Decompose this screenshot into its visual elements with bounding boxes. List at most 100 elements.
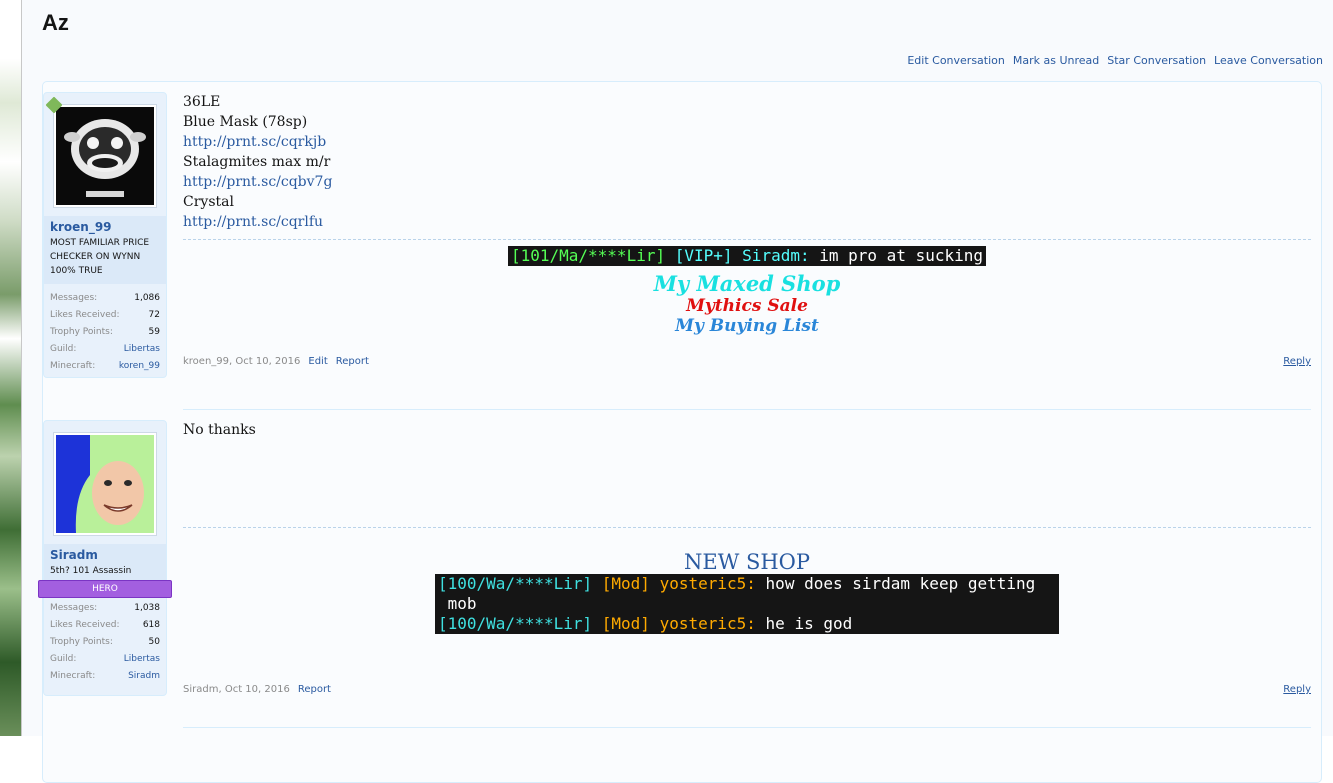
message-post: Siradm 5th? 101 Assassin HERO Messages: 1… bbox=[38, 420, 1321, 720]
leave-conversation-link[interactable]: Leave Conversation bbox=[1214, 54, 1323, 67]
user-title-line: 100% TRUE bbox=[50, 266, 103, 276]
chat-tag: [100/Wa/****Lir] bbox=[438, 614, 593, 633]
message-text: Stalagmites max m/r bbox=[183, 154, 331, 170]
stat-label: Guild: bbox=[50, 344, 77, 354]
user-title-line: CHECKER ON WYNN bbox=[50, 252, 141, 262]
message-text: Crystal bbox=[183, 194, 234, 210]
stat-likes: Likes Received: 618 bbox=[50, 617, 160, 634]
meta-date[interactable]: Oct 10, 2016 bbox=[235, 356, 300, 367]
user-stats: Messages: 1,086 Likes Received: 72 Trophy … bbox=[44, 284, 166, 379]
chat-player: yosteric5: bbox=[659, 614, 756, 633]
chat-tag: [100/Wa/****Lir] bbox=[438, 574, 593, 593]
guild-link[interactable]: Libertas bbox=[124, 651, 160, 668]
user-info: kroen_99 MOST FAMILIAR PRICE CHECKER ON … bbox=[44, 216, 166, 284]
message-text: No thanks bbox=[183, 422, 256, 438]
user-title-line: MOST FAMILIAR PRICE bbox=[50, 238, 150, 248]
stat-minecraft: Minecraft: Siradm bbox=[50, 668, 160, 685]
minecraft-link[interactable]: Siradm bbox=[128, 668, 160, 685]
stat-minecraft: Minecraft: koren_99 bbox=[50, 358, 160, 375]
edit-link[interactable]: Edit bbox=[308, 356, 327, 367]
report-link[interactable]: Report bbox=[298, 684, 331, 695]
signature-divider bbox=[183, 527, 1311, 528]
chat-text: he is god bbox=[765, 614, 853, 633]
reply-link[interactable]: Reply bbox=[1283, 684, 1311, 695]
stat-value: 50 bbox=[148, 637, 160, 647]
minecraft-link[interactable]: koren_99 bbox=[119, 358, 160, 375]
message-text: Blue Mask (78sp) bbox=[183, 114, 308, 130]
star-conversation-link[interactable]: Star Conversation bbox=[1107, 54, 1206, 67]
hero-badge: HERO bbox=[38, 580, 172, 598]
reply-link[interactable]: Reply bbox=[1283, 356, 1311, 367]
message-list: kroen_99 MOST FAMILIAR PRICE CHECKER ON … bbox=[38, 81, 1322, 783]
avatar-image-idubbbz bbox=[56, 435, 154, 533]
post-divider bbox=[183, 409, 1311, 410]
message-post: kroen_99 MOST FAMILIAR PRICE CHECKER ON … bbox=[43, 92, 1321, 392]
avatar-image-shrek bbox=[56, 107, 154, 205]
avatar[interactable] bbox=[53, 432, 157, 536]
my-maxed-shop-link[interactable]: My Maxed Shop bbox=[654, 271, 841, 296]
meta-author[interactable]: kroen_99 bbox=[183, 356, 229, 367]
meta-author[interactable]: Siradm bbox=[183, 684, 218, 695]
stat-messages: Messages: 1,086 bbox=[50, 290, 160, 307]
background-art bbox=[0, 0, 22, 736]
stat-messages: Messages: 1,038 bbox=[50, 600, 160, 617]
chat-rank: [VIP+] bbox=[674, 246, 733, 265]
message-content: No thanks NEW SHOP [100/Wa/****Lir] [Mod… bbox=[183, 420, 1311, 634]
message-meta: Siradm, Oct 10, 2016 Report bbox=[183, 684, 331, 695]
stat-trophy: Trophy Points: 50 bbox=[50, 634, 160, 651]
username-link[interactable]: kroen_99 bbox=[50, 220, 160, 234]
stat-trophy: Trophy Points: 59 bbox=[50, 324, 160, 341]
stat-value: 1,038 bbox=[134, 603, 160, 613]
chat-text: how does sirdam keep getting bbox=[765, 574, 1036, 593]
edit-conversation-link[interactable]: Edit Conversation bbox=[907, 54, 1005, 67]
chat-text: mob bbox=[438, 594, 477, 613]
username-link[interactable]: Siradm bbox=[50, 548, 160, 562]
mark-unread-link[interactable]: Mark as Unread bbox=[1013, 54, 1099, 67]
stat-label: Likes Received: bbox=[50, 310, 120, 320]
message-text: 36LE bbox=[183, 94, 221, 110]
stat-label: Messages: bbox=[50, 293, 98, 303]
message-link[interactable]: http://prnt.sc/cqbv7g bbox=[183, 172, 1311, 192]
stat-value: 72 bbox=[148, 310, 160, 320]
signature-divider bbox=[183, 239, 1311, 240]
user-title: MOST FAMILIAR PRICE CHECKER ON WYNN 100%… bbox=[50, 236, 160, 278]
stat-value: 59 bbox=[148, 327, 160, 337]
user-card: Siradm 5th? 101 Assassin HERO Messages: 1… bbox=[38, 420, 172, 696]
post-divider bbox=[183, 727, 1311, 728]
new-shop-link[interactable]: NEW SHOP bbox=[183, 550, 1311, 574]
signature-chat-image: [101/Ma/****Lir] [VIP+] Siradm: im pro a… bbox=[507, 246, 987, 266]
conversation-page: Az Edit Conversation Mark as Unread Star C… bbox=[22, 0, 1333, 783]
my-buying-list-link[interactable]: My Buying List bbox=[675, 316, 819, 336]
stat-guild: Guild: Libertas bbox=[50, 651, 160, 668]
signature: [101/Ma/****Lir] [VIP+] Siradm: im pro a… bbox=[183, 246, 1311, 336]
message-meta: kroen_99, Oct 10, 2016 Edit Report bbox=[183, 356, 369, 367]
chat-tag: [101/Ma/****Lir] bbox=[510, 246, 666, 265]
conversation-actions: Edit Conversation Mark as Unread Star Conv… bbox=[899, 54, 1323, 67]
chat-line: [100/Wa/****Lir] [Mod] yosteric5: how do… bbox=[438, 574, 1056, 594]
stat-guild: Guild: Libertas bbox=[50, 341, 160, 358]
message-link[interactable]: http://prnt.sc/cqrlfu bbox=[183, 212, 1311, 232]
stat-value: 1,086 bbox=[134, 293, 160, 303]
chat-rank: [Mod] bbox=[601, 614, 650, 633]
user-card: kroen_99 MOST FAMILIAR PRICE CHECKER ON … bbox=[43, 92, 167, 378]
chat-player: yosteric5: bbox=[659, 574, 756, 593]
chat-line: [100/Wa/****Lir] [Mod] yosteric5: he is … bbox=[438, 614, 1056, 634]
stat-label: Likes Received: bbox=[50, 620, 120, 630]
chat-text: im pro at sucking bbox=[819, 246, 984, 265]
report-link[interactable]: Report bbox=[336, 356, 369, 367]
chat-line: mob bbox=[438, 594, 1056, 614]
mythics-sale-link[interactable]: Mythics Sale bbox=[686, 296, 808, 316]
stat-label: Minecraft: bbox=[50, 671, 96, 681]
avatar[interactable] bbox=[45, 96, 157, 208]
stat-likes: Likes Received: 72 bbox=[50, 307, 160, 324]
chat-player: Siradm: bbox=[742, 246, 810, 265]
stat-label: Trophy Points: bbox=[50, 637, 113, 647]
meta-date[interactable]: Oct 10, 2016 bbox=[225, 684, 290, 695]
signature-chat-image: [100/Wa/****Lir] [Mod] yosteric5: how do… bbox=[435, 574, 1059, 634]
stat-label: Minecraft: bbox=[50, 361, 96, 371]
guild-link[interactable]: Libertas bbox=[124, 341, 160, 358]
message-link[interactable]: http://prnt.sc/cqrkjb bbox=[183, 132, 1311, 152]
chat-rank: [Mod] bbox=[601, 574, 650, 593]
message-content: 36LE Blue Mask (78sp) http://prnt.sc/cqr… bbox=[183, 92, 1311, 336]
stat-value: 618 bbox=[142, 620, 160, 630]
